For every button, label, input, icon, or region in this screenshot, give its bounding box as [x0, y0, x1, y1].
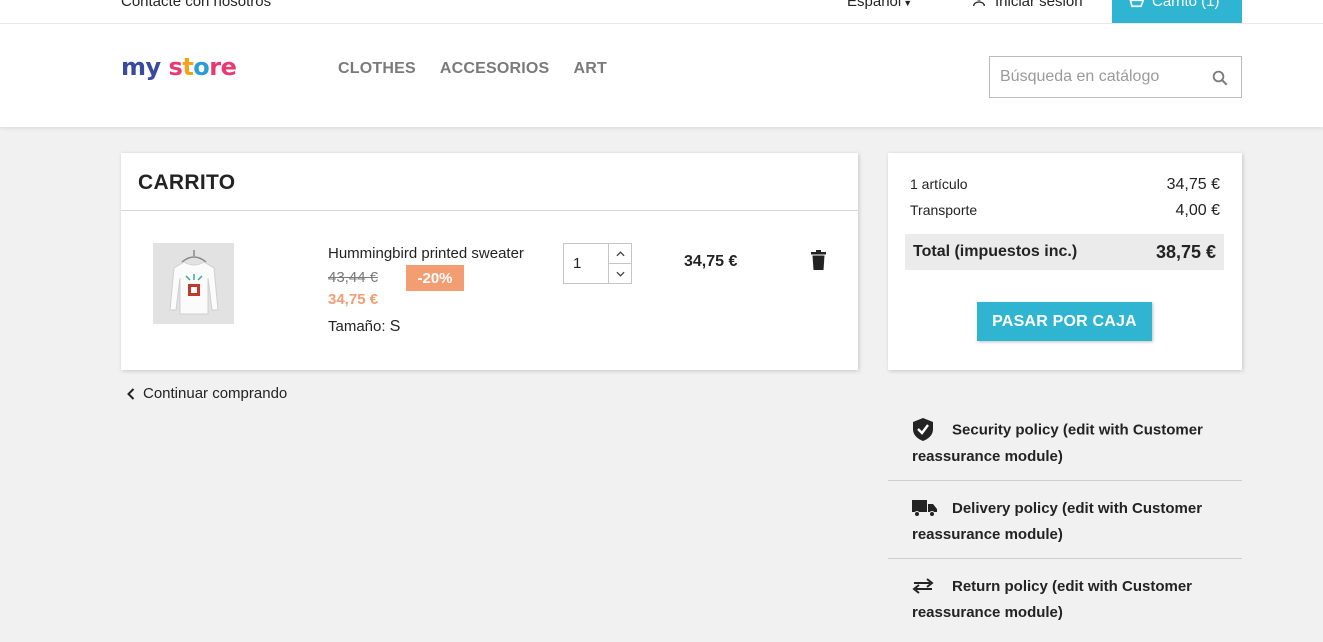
trash-icon[interactable]	[810, 250, 827, 270]
contact-link[interactable]: Contacte con nosotros	[121, 0, 271, 10]
reassurance-security: Security policy (edit with Customer reas…	[888, 417, 1242, 481]
language-label: Español	[847, 0, 902, 10]
reassurance-return: Return policy (edit with Customer reassu…	[888, 574, 1242, 634]
chevron-left-icon	[127, 387, 135, 400]
reassurance-delivery: Delivery policy (edit with Customer reas…	[888, 496, 1242, 559]
search-input[interactable]	[990, 57, 1205, 97]
reassurance-text: Return policy (edit with Customer reassu…	[912, 578, 1193, 621]
items-label: 1 artículo	[910, 176, 968, 192]
search-icon[interactable]	[1211, 69, 1229, 87]
logo-part: o	[193, 53, 210, 81]
size-value: S	[389, 318, 401, 335]
menu-item-art[interactable]: ART	[573, 60, 606, 78]
continue-shopping-link[interactable]: Continuar comprando	[127, 385, 287, 402]
shipping-label: Transporte	[910, 202, 978, 218]
discount-badge: -20%	[406, 265, 464, 291]
total-amount: 38,75 €	[1155, 241, 1216, 262]
logo-part: my	[121, 53, 161, 81]
header: my store CLOTHES ACCESORIOS ART	[0, 24, 1323, 127]
product-name-link[interactable]: Hummingbird printed sweater	[328, 245, 524, 262]
signin-label: Iniciar sesión	[995, 0, 1083, 10]
checkout-button[interactable]: PASAR POR CAJA	[977, 302, 1152, 341]
language-selector[interactable]: Español ▼	[847, 0, 912, 10]
sweater-image	[168, 249, 219, 314]
menu-item-accesorios[interactable]: ACCESORIOS	[440, 60, 550, 78]
cart-icon	[1129, 0, 1144, 8]
product-image[interactable]	[153, 243, 234, 324]
cart-label: Carrito (1)	[1152, 0, 1220, 10]
truck-icon	[912, 499, 937, 517]
total-label: Total (impuestos inc.)	[913, 243, 1078, 260]
cart-title: CARRITO	[138, 171, 236, 194]
discounted-price: 34,75 €	[328, 291, 379, 308]
cart-panel: CARRITO Hummingbird printed sweater 43,4…	[121, 153, 858, 370]
logo-part: t	[182, 53, 194, 81]
top-nav: Contacte con nosotros Español ▼ Iniciar s…	[0, 0, 1323, 24]
reassurance-text: Security policy (edit with Customer reas…	[912, 421, 1203, 465]
caret-down-icon: ▼	[903, 0, 913, 8]
cart-button[interactable]: Carrito (1)	[1112, 0, 1242, 23]
decrement-button[interactable]	[609, 264, 631, 283]
chevron-down-icon	[615, 271, 625, 277]
cart-summary: 1 artículo 34,75 € Transporte 4,00 € Tot…	[888, 153, 1242, 370]
increment-button[interactable]	[609, 244, 631, 264]
quantity-input[interactable]	[564, 244, 610, 283]
summary-items-row: 1 artículo 34,75 €	[910, 176, 1220, 194]
menu-item-clothes[interactable]: CLOTHES	[338, 60, 416, 78]
summary-shipping-row: Transporte 4,00 €	[910, 202, 1220, 220]
items-amount: 34,75 €	[1166, 176, 1220, 193]
quantity-stepper	[563, 243, 632, 284]
shield-check-icon	[913, 418, 933, 441]
product-size: Tamaño: S	[328, 318, 400, 336]
shipping-amount: 4,00 €	[1175, 202, 1220, 219]
search-box	[989, 56, 1242, 98]
signin-link[interactable]: Iniciar sesión	[971, 0, 1083, 10]
summary-total-row: Total (impuestos inc.) 38,75 €	[905, 234, 1224, 270]
size-label: Tamaño:	[328, 318, 386, 335]
store-logo[interactable]: my store	[121, 53, 237, 81]
swap-arrows-icon	[912, 577, 934, 594]
regular-price: 43,44 €	[328, 269, 379, 286]
line-total: 34,75 €	[684, 253, 738, 270]
logo-part: s	[168, 53, 183, 81]
reassurance-text: Delivery policy (edit with Customer reas…	[912, 500, 1203, 543]
divider	[121, 210, 858, 211]
user-icon	[973, 0, 985, 6]
continue-shopping-label: Continuar comprando	[143, 385, 288, 402]
main-menu: CLOTHES ACCESORIOS ART	[338, 60, 607, 78]
chevron-up-icon	[615, 250, 625, 256]
logo-part: re	[209, 53, 237, 81]
